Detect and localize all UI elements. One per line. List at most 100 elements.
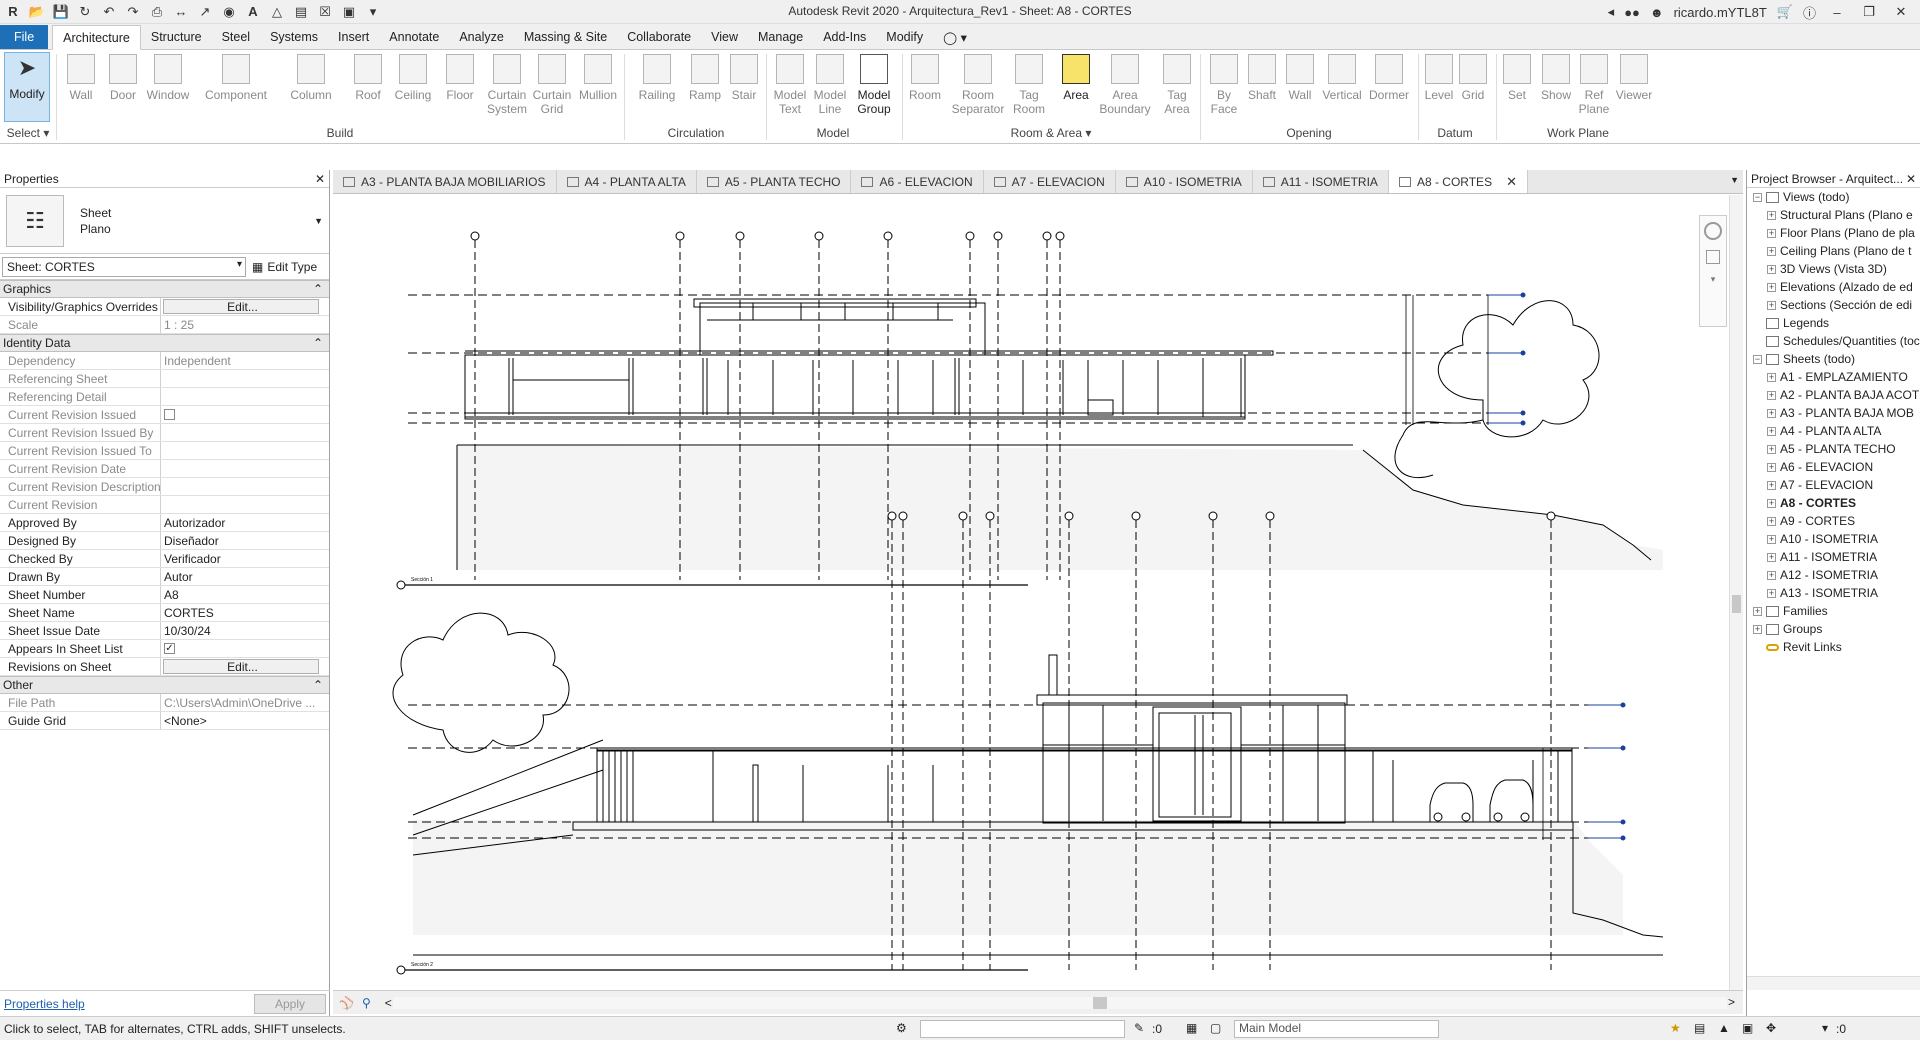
browser-node[interactable]: + A7 - ELEVACION (1747, 476, 1920, 494)
modify-button[interactable]: ➤ Modify (4, 52, 50, 122)
open-icon[interactable]: 📂 (26, 2, 48, 22)
roof-button[interactable]: Roof (350, 54, 386, 102)
view-tab[interactable]: A5 - PLANTA TECHO (697, 170, 852, 193)
view-tab[interactable]: A4 - PLANTA ALTA (557, 170, 697, 193)
chevron-down-icon[interactable]: ▾ (1700, 274, 1726, 285)
browser-horizontal-scrollbar[interactable] (1747, 976, 1920, 990)
section-graphics[interactable]: Graphics ⌃ (0, 280, 329, 298)
tab-steel[interactable]: Steel (212, 25, 261, 49)
stair-button[interactable]: Stair (726, 54, 762, 102)
browser-node[interactable]: + Groups (1747, 620, 1920, 638)
expand-icon[interactable]: + (1767, 552, 1776, 562)
steering-wheel-icon[interactable] (1704, 222, 1722, 240)
text-icon[interactable]: A (242, 2, 264, 22)
print-icon[interactable]: ⎙ (146, 2, 168, 22)
chevron-down-icon[interactable]: ▼ (314, 216, 323, 226)
browser-node[interactable]: Legends (1747, 314, 1920, 332)
sheet-name-field[interactable]: CORTES (161, 604, 329, 621)
select-by-face-icon[interactable]: ▣ (1742, 1021, 1753, 1035)
scroll-thumb[interactable] (1732, 595, 1741, 613)
browser-node[interactable]: + A1 - EMPLAZAMIENTO (1747, 368, 1920, 386)
sections-icon[interactable]: ▤ (290, 2, 312, 22)
property-value[interactable]: Autorizador (161, 514, 329, 531)
select-underlay-icon[interactable]: ▤ (1694, 1021, 1705, 1035)
ceiling-button[interactable]: Ceiling (390, 54, 436, 102)
dormer-button[interactable]: Dormer (1366, 54, 1412, 102)
cart-icon[interactable]: 🛒 (1777, 4, 1793, 20)
shaft-button[interactable]: Shaft (1242, 54, 1282, 102)
drawing-canvas[interactable]: Sección 1 Sección 2 ▾ (333, 195, 1743, 990)
tab-architecture[interactable]: Architecture (52, 25, 141, 50)
editable-only-icon[interactable]: ✎ (1134, 1021, 1144, 1035)
browser-node[interactable]: − Sheets (todo) (1747, 350, 1920, 368)
hidden-elements-icon[interactable]: ⚲ (362, 996, 371, 1010)
design-option-dropdown[interactable]: Main Model (1234, 1020, 1439, 1038)
expand-icon[interactable]: + (1767, 426, 1776, 436)
level-button[interactable]: Level (1420, 54, 1458, 102)
ramp-button[interactable]: Ramp (686, 54, 724, 102)
view-tab[interactable]: A10 - ISOMETRIA (1116, 170, 1253, 193)
expand-icon[interactable]: + (1767, 246, 1776, 256)
appears-in-sheet-list-checkbox[interactable]: ✓ (164, 643, 175, 654)
room-separator-button[interactable]: Room Separator (946, 54, 1010, 116)
browser-node[interactable]: + Elevations (Alzado de ed (1747, 278, 1920, 296)
sheet-issue-date-field[interactable]: 10/30/24 (161, 622, 329, 639)
door-button[interactable]: Door (104, 54, 142, 102)
close-icon[interactable]: ✕ (315, 172, 325, 186)
tab-systems[interactable]: Systems (260, 25, 328, 49)
close-icon[interactable]: ✕ (1906, 172, 1916, 186)
mullion-button[interactable]: Mullion (576, 54, 620, 102)
browser-node[interactable]: + A4 - PLANTA ALTA (1747, 422, 1920, 440)
expand-icon[interactable]: + (1767, 228, 1776, 238)
select-links-icon[interactable]: ★ (1670, 1021, 1681, 1035)
collapse-icon[interactable]: − (1753, 354, 1762, 364)
scroll-thumb[interactable] (1093, 997, 1107, 1009)
binoculars-icon[interactable]: ●● (1624, 5, 1640, 20)
tab-structure[interactable]: Structure (141, 25, 212, 49)
expand-icon[interactable]: + (1767, 372, 1776, 382)
railing-button[interactable]: Railing (632, 54, 682, 102)
tag-icon[interactable]: ◉ (218, 2, 240, 22)
browser-node[interactable]: + A11 - ISOMETRIA (1747, 548, 1920, 566)
room-button[interactable]: Room (906, 54, 944, 102)
minimize-button[interactable]: – (1826, 5, 1848, 20)
component-button[interactable]: Component (200, 54, 272, 102)
view-tab[interactable]: A7 - ELEVACION (984, 170, 1116, 193)
vertical-scrollbar[interactable] (1729, 195, 1743, 990)
apply-button[interactable]: Apply (254, 993, 326, 1014)
expand-icon[interactable]: + (1767, 570, 1776, 580)
tab-add-ins[interactable]: Add-Ins (813, 25, 876, 49)
expand-icon[interactable]: + (1767, 444, 1776, 454)
opening-wall-button[interactable]: Wall (1282, 54, 1318, 102)
search-arrow-icon[interactable]: ◂ (1608, 4, 1615, 20)
instance-selector[interactable]: Sheet: CORTES (2, 256, 246, 277)
edit-type-button[interactable]: ▦ Edit Type (252, 260, 317, 274)
guide-grid-field[interactable]: <None> (161, 712, 329, 729)
ref-plane-button[interactable]: Ref Plane (1578, 54, 1610, 116)
save-icon[interactable]: 💾 (50, 2, 72, 22)
contextual-tab-dropdown-icon[interactable]: ◯ ▾ (933, 25, 977, 49)
browser-node[interactable]: + A3 - PLANTA BAJA MOB (1747, 404, 1920, 422)
grid-button[interactable]: Grid (1456, 54, 1490, 102)
drag-elements-icon[interactable]: ✥ (1766, 1021, 1776, 1035)
dimension-icon[interactable]: ↗ (194, 2, 216, 22)
browser-node[interactable]: + Families (1747, 602, 1920, 620)
vertical-button[interactable]: Vertical (1318, 54, 1366, 102)
user-icon[interactable]: ☻ (1650, 5, 1664, 20)
view-tab-active[interactable]: A8 - CORTES ✕ (1388, 170, 1528, 193)
select-dropdown[interactable]: Select ▾ (2, 126, 54, 140)
browser-node[interactable]: + A5 - PLANTA TECHO (1747, 440, 1920, 458)
browser-node[interactable]: Schedules/Quantities (toc (1747, 332, 1920, 350)
wall-button[interactable]: Wall (62, 54, 100, 102)
properties-help-link[interactable]: Properties help (4, 997, 85, 1011)
expand-icon[interactable]: + (1767, 210, 1776, 220)
user-name[interactable]: ricardo.mYTL8T (1674, 5, 1767, 20)
expand-icon[interactable]: + (1767, 462, 1776, 472)
worksets-icon[interactable]: ⚙ (896, 1021, 907, 1035)
tag-area-button[interactable]: Tag Area (1158, 54, 1196, 116)
view-tab[interactable]: A11 - ISOMETRIA (1253, 170, 1389, 193)
browser-node[interactable]: + A2 - PLANTA BAJA ACOT (1747, 386, 1920, 404)
workset-dropdown[interactable] (920, 1020, 1125, 1038)
section-other[interactable]: Other ⌃ (0, 676, 329, 694)
visibility-edit-button[interactable]: Edit... (163, 299, 319, 314)
